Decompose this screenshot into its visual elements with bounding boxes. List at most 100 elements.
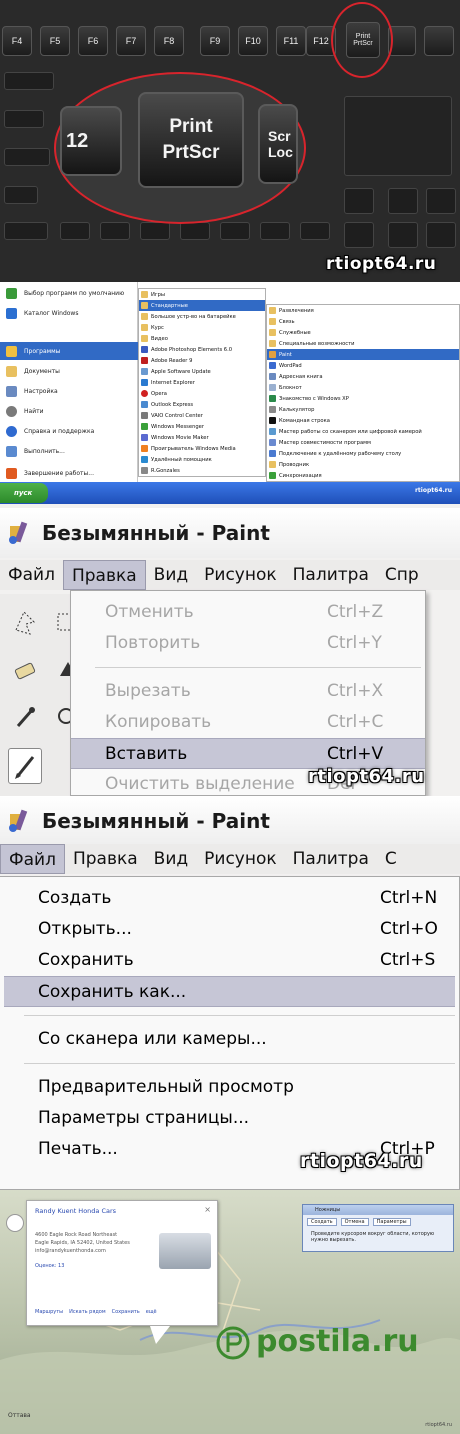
accessories-item-label: Командная строка [279,417,330,424]
programs-item[interactable]: Windows Messenger [139,421,265,432]
menu-file[interactable]: Файл [0,844,65,874]
cancel-button[interactable]: Отмена [340,1218,369,1226]
place-actions: Маршруты Искать рядом Сохранить ещё [35,1309,157,1315]
accessories-item[interactable]: Подключение к удалённому рабочему столу [267,448,459,459]
zoom-key-print-line1: Print [169,116,213,137]
app-icon [141,368,148,375]
menu-item-paste[interactable]: Вставить Ctrl+V [71,738,425,769]
app-icon [269,406,276,413]
directions-link[interactable]: Маршруты [35,1309,63,1315]
programs-item[interactable]: VAIO Control Center [139,410,265,421]
programs-item-label: Windows Messenger [151,423,204,430]
accessories-item[interactable]: Мастер работы со сканером или цифровой к… [267,426,459,437]
zoom-key-scroll-line1: Scr [268,128,291,144]
menu-item-save[interactable]: Сохранить Ctrl+S [0,945,459,976]
map-pan-control[interactable] [6,1214,24,1232]
close-icon[interactable]: × [204,1205,211,1214]
accessories-item[interactable]: Служебные [267,327,459,338]
color-picker-icon[interactable] [10,702,40,732]
more-link[interactable]: ещё [146,1309,157,1315]
programs-item[interactable]: Windows Movie Maker [139,432,265,443]
menu-item-cut[interactable]: Вырезать Ctrl+X [71,676,425,707]
programs-item[interactable]: Outlook Express [139,399,265,410]
menu-item-shortcut: Ctrl+N [380,888,438,908]
programs-item[interactable]: Adobe Reader 9 [139,355,265,366]
accessories-item[interactable]: Мастер совместимости программ [267,437,459,448]
programs-item[interactable]: R.Gonzales [139,465,265,476]
menu-item-undo[interactable]: Отменить Ctrl+Z [71,597,425,628]
menu-item-from-scanner[interactable]: Со сканера или камеры... [0,1024,459,1055]
menu-view[interactable]: Вид [146,844,196,874]
menu-separator [24,1015,455,1016]
accessories-item[interactable]: Специальные возможности [267,338,459,349]
menu-item-label: Копировать [105,712,212,732]
menu-edit[interactable]: Правка [62,560,146,590]
taskbar [0,482,460,504]
start-item-run[interactable]: Выполнить... [0,442,138,460]
start-item-programs[interactable]: Программы [0,342,138,360]
accessories-item[interactable]: Развлечения [267,305,459,316]
accessories-item[interactable]: Блокнот [267,382,459,393]
menu-item-redo[interactable]: Повторить Ctrl+Y [71,628,425,659]
menu-item-print-preview[interactable]: Предварительный просмотр [0,1072,459,1103]
place-title[interactable]: Randy Kuent Honda Cars [35,1207,116,1215]
menu-help[interactable]: Спр [377,560,427,590]
menu-help[interactable]: С [377,844,405,874]
start-item-documents[interactable]: Документы [0,362,138,380]
menu-edit[interactable]: Правка [65,844,146,874]
programs-item[interactable]: Видео [139,333,265,344]
accessories-item[interactable]: Знакомство с Windows XP [267,393,459,404]
menu-item-new[interactable]: Создать Ctrl+N [0,883,459,914]
accessories-item[interactable]: WordPad [267,360,459,371]
search-nearby-link[interactable]: Искать рядом [69,1309,106,1315]
menu-item-copy[interactable]: Копировать Ctrl+C [71,707,425,738]
place-reviews-link[interactable]: Оценок: 13 [35,1263,64,1269]
start-item-windows-catalog[interactable]: Каталог Windows [0,304,138,322]
new-snip-button[interactable]: Создать [307,1218,337,1226]
start-button[interactable]: пуск [0,483,48,503]
accessories-item[interactable]: Калькулятор [267,404,459,415]
menu-file[interactable]: Файл [0,560,63,590]
save-link[interactable]: Сохранить [112,1309,140,1315]
menu-item-page-setup[interactable]: Параметры страницы... [0,1103,459,1134]
accessories-item[interactable]: Связь [267,316,459,327]
start-item-default-programs[interactable]: Выбор программ по умолчанию [0,284,138,302]
eraser-icon[interactable] [10,656,40,686]
programs-item[interactable]: Internet Explorer [139,377,265,388]
accessories-item[interactable]: Проводник [267,459,459,470]
accessories-item[interactable]: Адресная книга [267,371,459,382]
menu-item-save-as[interactable]: Сохранить как... [4,976,455,1007]
arrow-key [426,222,456,248]
menu-view[interactable]: Вид [146,560,196,590]
programs-item[interactable]: Apple Software Update [139,366,265,377]
keyboard-row-key [140,222,170,240]
menu-image[interactable]: Рисунок [196,560,285,590]
programs-item-label: Internet Explorer [151,379,195,386]
menu-palette[interactable]: Палитра [285,844,377,874]
programs-item-label: Большое устр-во на батарейке [151,313,236,320]
programs-item[interactable]: Удалённый помощник [139,454,265,465]
menu-item-open[interactable]: Открыть... Ctrl+O [0,914,459,945]
programs-item-accessories[interactable]: Стандартные [139,300,265,311]
accessories-item[interactable]: Командная строка [267,415,459,426]
start-item-search[interactable]: Найти [0,402,138,420]
menu-palette[interactable]: Палитра [285,560,377,590]
programs-item[interactable]: Adobe Photoshop Elements 6.0 [139,344,265,355]
programs-item[interactable]: Игры [139,289,265,300]
free-select-icon[interactable] [10,608,40,638]
programs-item-label: VAIO Control Center [151,412,203,419]
watermark: rtiopt64.ru [300,1150,423,1172]
accessories-item[interactable]: Синхронизация [267,470,459,481]
pencil-icon[interactable] [8,748,42,784]
start-item-shutdown[interactable]: Завершение работы... [0,464,138,482]
programs-item[interactable]: Курс [139,322,265,333]
options-button[interactable]: Параметры [372,1218,411,1226]
programs-item[interactable]: Opera [139,388,265,399]
programs-item[interactable]: Проигрыватель Windows Media [139,443,265,454]
menu-image[interactable]: Рисунок [196,844,285,874]
start-item-settings[interactable]: Настройка [0,382,138,400]
start-item-help[interactable]: Справка и поддержка [0,422,138,440]
programs-item[interactable]: Большое устр-во на батарейке [139,311,265,322]
menu-item-label: Вставить [105,744,188,764]
accessories-item-paint[interactable]: Paint [267,349,459,360]
